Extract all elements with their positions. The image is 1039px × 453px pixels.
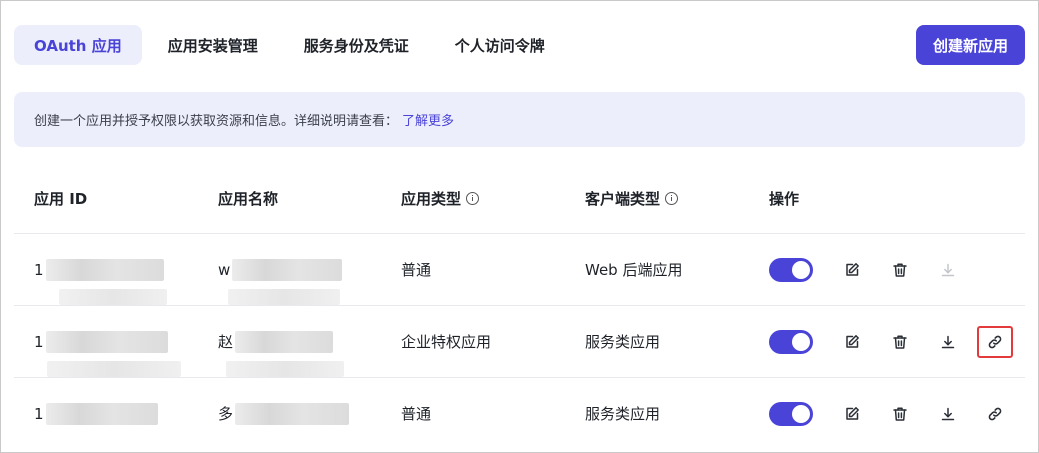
redacted-id-lower <box>59 289 167 305</box>
delete-button[interactable] <box>886 328 914 356</box>
delete-button[interactable] <box>886 256 914 284</box>
download-icon <box>941 407 955 421</box>
app-name-visible: 赵 <box>218 333 234 351</box>
redacted-name <box>232 258 343 281</box>
tab-service-identity-credentials[interactable]: 服务身份及凭证 <box>284 25 429 65</box>
apps-table: 应用 ID 应用名称 应用类型 客户端类型 操作 1 w 普通 Web 后端应用… <box>14 163 1025 449</box>
app-name-visible: w <box>218 260 231 279</box>
header-app-name: 应用名称 <box>218 189 279 208</box>
enable-toggle[interactable] <box>769 330 813 354</box>
app-type-cell: 普通 <box>401 405 432 423</box>
link-icon <box>988 335 1002 349</box>
table-header: 应用 ID 应用名称 应用类型 客户端类型 操作 <box>14 163 1025 234</box>
download-icon <box>941 263 955 277</box>
download-button[interactable] <box>934 328 962 356</box>
app-id-visible: 1 <box>34 260 44 279</box>
download-button-disabled <box>934 256 962 284</box>
tab-oauth-apps[interactable]: OAuth 应用 <box>14 25 142 65</box>
info-icon[interactable] <box>665 191 679 205</box>
trash-icon <box>893 335 907 349</box>
trash-icon <box>893 263 907 277</box>
header-actions: 操作 <box>769 189 800 208</box>
app-type-cell: 普通 <box>401 261 432 279</box>
redacted-name <box>235 330 334 353</box>
edit-button[interactable] <box>838 256 866 284</box>
notice-text: 创建一个应用并授予权限以获取资源和信息。详细说明请查看： <box>34 114 399 129</box>
link-button[interactable] <box>981 400 1009 428</box>
link-icon <box>988 407 1002 421</box>
create-new-app-button[interactable]: 创建新应用 <box>915 25 1025 65</box>
table-row: 1 w 普通 Web 后端应用 <box>14 234 1025 306</box>
tab-personal-access-tokens[interactable]: 个人访问令牌 <box>435 25 565 65</box>
tab-bar: OAuth 应用 应用安装管理 服务身份及凭证 个人访问令牌 <box>14 25 565 65</box>
edit-button[interactable] <box>838 328 866 356</box>
trash-icon <box>893 407 907 421</box>
app-name-visible: 多 <box>218 405 234 423</box>
header-app-id: 应用 ID <box>34 189 88 208</box>
edit-icon <box>846 335 859 348</box>
edit-icon <box>846 263 859 276</box>
download-icon <box>941 335 955 349</box>
client-type-cell: 服务类应用 <box>585 333 661 351</box>
header-app-type-label: 应用类型 <box>401 189 462 208</box>
edit-button[interactable] <box>838 400 866 428</box>
table-row: 1 多 普通 服务类应用 <box>14 378 1025 449</box>
client-type-cell: Web 后端应用 <box>585 261 683 279</box>
download-button[interactable] <box>934 400 962 428</box>
header-app-type: 应用类型 <box>401 163 480 233</box>
delete-button[interactable] <box>886 400 914 428</box>
enable-toggle[interactable] <box>769 258 813 282</box>
link-button-highlighted[interactable] <box>977 326 1013 358</box>
redacted-id-lower <box>47 361 181 377</box>
app-id-cell: 1 <box>34 378 158 449</box>
redacted-id <box>45 330 168 353</box>
app-id-visible: 1 <box>34 332 44 351</box>
edit-icon <box>846 407 859 420</box>
table-row: 1 赵 企业特权应用 服务类应用 <box>14 306 1025 378</box>
redacted-name <box>235 402 350 425</box>
info-icon[interactable] <box>466 191 480 205</box>
header-client-type: 客户端类型 <box>585 163 679 233</box>
redacted-id <box>45 402 158 425</box>
redacted-name-lower <box>226 361 344 377</box>
redacted-name-lower <box>228 289 340 305</box>
learn-more-link[interactable]: 了解更多 <box>402 110 454 129</box>
app-name-cell: 多 <box>218 378 350 449</box>
app-type-cell: 企业特权应用 <box>401 333 492 351</box>
enable-toggle[interactable] <box>769 402 813 426</box>
tab-app-install-management[interactable]: 应用安装管理 <box>148 25 278 65</box>
client-type-cell: 服务类应用 <box>585 405 661 423</box>
app-id-visible: 1 <box>34 404 44 423</box>
info-notice: 创建一个应用并授予权限以获取资源和信息。详细说明请查看： 了解更多 <box>14 92 1025 147</box>
oauth-apps-panel: OAuth 应用 应用安装管理 服务身份及凭证 个人访问令牌 创建新应用 创建一… <box>0 0 1039 453</box>
redacted-id <box>45 258 164 281</box>
header-client-type-label: 客户端类型 <box>585 189 661 208</box>
